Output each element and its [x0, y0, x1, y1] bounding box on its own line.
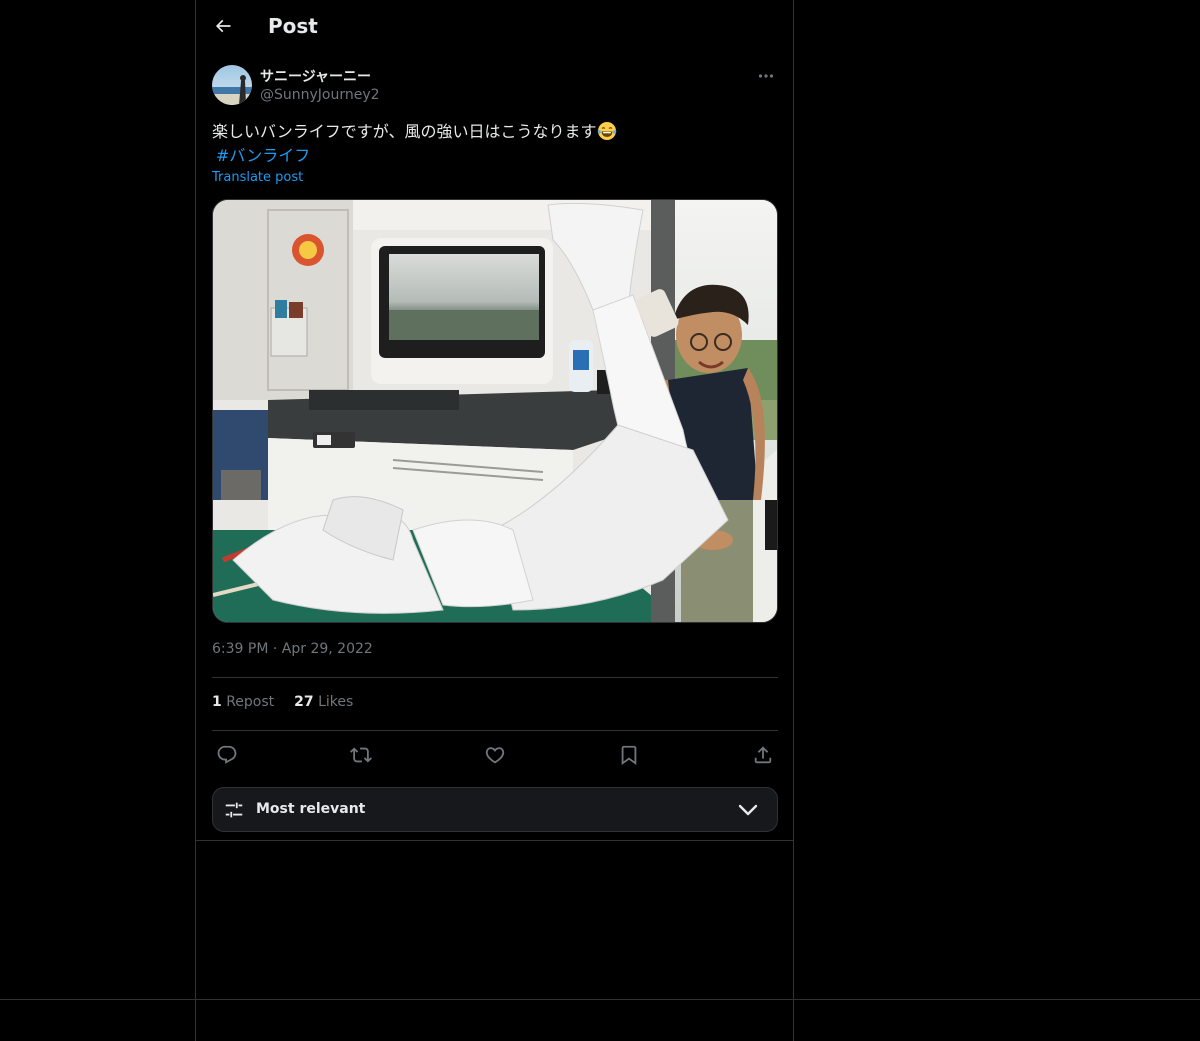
sliders-filter-icon — [225, 802, 243, 818]
avatar[interactable] — [212, 65, 252, 105]
page: Post サニージャーニー @SunnyJourney2 楽しいバンライフですが… — [0, 0, 1200, 1041]
page-bottom-divider — [0, 999, 1200, 1000]
post-action-bar — [212, 740, 778, 770]
chevron-down-icon — [738, 804, 758, 816]
back-arrow-icon — [215, 19, 231, 33]
avatar-image — [212, 65, 252, 105]
reply-icon — [217, 745, 237, 764]
bookmark-icon — [621, 745, 637, 766]
likes-label: Likes — [318, 694, 354, 710]
more-dots-icon — [758, 74, 774, 78]
reply-button[interactable] — [212, 742, 242, 768]
timestamp-separator: · — [272, 641, 278, 657]
author-display-name[interactable]: サニージャーニー — [260, 66, 371, 86]
post-header: Post — [196, 0, 793, 54]
share-button[interactable] — [748, 742, 778, 768]
column-border-left — [195, 0, 196, 1041]
page-title: Post — [268, 14, 318, 38]
column-bottom-divider — [196, 840, 793, 841]
post-timestamp: 6:39 PM · Apr 29, 2022 — [212, 641, 373, 657]
column-border-right — [793, 0, 794, 1041]
post-text: 楽しいバンライフですが、風の強い日はこうなります #バンライフ — [212, 120, 778, 168]
post-media-image[interactable] — [212, 199, 778, 623]
reply-sort-dropdown[interactable]: Most relevant — [212, 787, 778, 832]
post-body-text: 楽しいバンライフですが、風の強い日はこうなります — [212, 122, 597, 141]
post-stats: 1 Repost 27 Likes — [212, 694, 353, 714]
repost-button[interactable] — [346, 742, 376, 768]
post-time[interactable]: 6:39 PM — [212, 641, 268, 657]
like-heart-icon — [485, 747, 505, 764]
repost-icon — [350, 747, 372, 763]
van-interior-photo — [213, 200, 777, 622]
author-handle[interactable]: @SunnyJourney2 — [260, 87, 380, 103]
reposts-stat[interactable]: 1 Repost — [212, 694, 274, 714]
bookmark-button[interactable] — [614, 742, 644, 768]
divider — [212, 677, 778, 678]
post-date[interactable]: Apr 29, 2022 — [282, 641, 373, 657]
back-button[interactable] — [208, 11, 238, 41]
more-options-button[interactable] — [754, 66, 778, 86]
likes-stat[interactable]: 27 Likes — [294, 694, 353, 714]
laughing-with-tears-emoji-icon — [598, 122, 617, 140]
reposts-label: Repost — [226, 694, 275, 710]
likes-count: 27 — [294, 694, 314, 710]
sort-label: Most relevant — [256, 801, 366, 817]
post-author: サニージャーニー @SunnyJourney2 — [212, 64, 778, 108]
like-button[interactable] — [480, 742, 510, 768]
share-icon — [754, 746, 772, 764]
divider — [212, 730, 778, 731]
translate-post-link[interactable]: Translate post — [212, 170, 303, 185]
reposts-count: 1 — [212, 694, 222, 710]
hashtag-link[interactable]: #バンライフ — [212, 144, 310, 168]
